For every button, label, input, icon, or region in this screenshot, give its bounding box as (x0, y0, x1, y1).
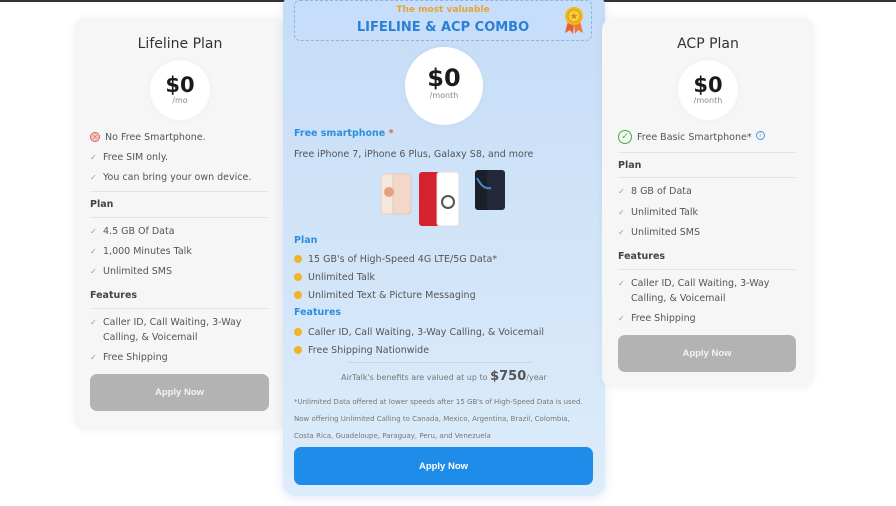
acp-apply-now-button[interactable]: Apply Now (618, 335, 796, 372)
list-item: ✓ Free SIM only. (90, 152, 168, 163)
features-section-label: Features (90, 290, 138, 301)
plan-title: ACP Plan (677, 36, 739, 52)
free-smartphone-label: Free smartphone * (294, 128, 394, 139)
value-statement: AirTalk's benefits are valued at up to $… (341, 369, 547, 384)
list-item: ✓ Free Shipping (90, 352, 168, 363)
check-icon: ✓ (618, 187, 625, 196)
check-icon: ✓ (618, 208, 625, 217)
list-item: 15 GB's of High-Speed 4G LTE/5G Data* (294, 252, 497, 267)
list-item: ✓ Caller ID, Call Waiting, 3-Way Calling,… (618, 278, 770, 304)
list-item: ✓ Free Shipping (618, 313, 696, 324)
orange-check-icon (294, 291, 302, 299)
check-icon: ✓ (90, 153, 97, 162)
plan-title: Lifeline Plan (137, 36, 223, 52)
divider (90, 217, 268, 218)
list-item: ✓ You can bring your own device. (90, 172, 252, 183)
check-icon: ✓ (618, 228, 625, 237)
list-item: ✓ Unlimited SMS (618, 227, 701, 238)
list-item: Unlimited Talk (294, 270, 375, 285)
price-badge: $0 /mo (150, 60, 210, 120)
divider (347, 362, 533, 363)
divider (618, 152, 796, 153)
combo-plan-card: The most valuable LIFELINE & ACP COMBO $… (283, 0, 605, 496)
plan-section-label: Plan (90, 199, 114, 210)
list-item: ✓ Unlimited SMS (90, 266, 173, 277)
award-medal-icon (563, 5, 585, 35)
check-icon: ✓ (618, 314, 625, 323)
lifeline-plan-card: Lifeline Plan $0 /mo × No Free Smartphon… (74, 18, 286, 430)
price-amount: $0 (427, 64, 461, 92)
banner-subtitle: The most valuable (396, 5, 490, 15)
smartphone-description: Free iPhone 7, iPhone 6 Plus, Galaxy S8,… (294, 149, 534, 160)
x-circle-icon: × (90, 132, 100, 142)
plan-section-label: Plan (618, 160, 642, 171)
no-smartphone-item: × No Free Smartphone. (90, 130, 206, 145)
price-badge: $0 /month (405, 47, 483, 125)
free-basic-smartphone-item: ✓ Free Basic Smartphone* i (618, 130, 765, 145)
orange-check-icon (294, 255, 302, 263)
divider (618, 269, 796, 270)
price-unit: /month (693, 96, 723, 105)
footnote-line: Costa Rica, Guadeloupe, Paraguay, Peru, … (294, 432, 491, 440)
price-unit: /mo (172, 96, 188, 105)
check-icon: ✓ (90, 267, 97, 276)
features-section-label: Features (294, 307, 342, 318)
orange-check-icon (294, 328, 302, 336)
phones-image (379, 170, 511, 230)
list-item: Caller ID, Call Waiting, 3-Way Calling, … (294, 325, 544, 340)
price-amount: $0 (693, 73, 723, 97)
most-valuable-banner: The most valuable LIFELINE & ACP COMBO (294, 0, 592, 41)
list-item: Free Shipping Nationwide (294, 343, 429, 358)
features-section-label: Features (618, 251, 666, 262)
green-check-circle-icon: ✓ (618, 130, 632, 144)
divider (90, 191, 268, 192)
check-icon: ✓ (90, 353, 97, 362)
footnote-line: Now offering Unlimited Calling to Canada… (294, 415, 570, 423)
banner-title: LIFELINE & ACP COMBO (356, 20, 530, 35)
info-icon[interactable]: i (755, 131, 765, 140)
lifeline-apply-now-button[interactable]: Apply Now (90, 374, 269, 411)
check-icon: ✓ (90, 227, 97, 236)
check-icon: ✓ (90, 318, 97, 327)
divider (618, 177, 796, 178)
plan-section-label: Plan (294, 235, 318, 246)
acp-plan-card: ACP Plan $0 /month ✓ Free Basic Smartpho… (602, 18, 814, 388)
check-icon: ✓ (90, 173, 97, 182)
list-item: ✓ Unlimited Talk (618, 207, 698, 218)
footnote-line: *Unlimited Data offered at lower speeds … (294, 398, 583, 406)
list-item: ✓ 8 GB of Data (618, 186, 692, 197)
price-amount: $0 (165, 73, 195, 97)
check-icon: ✓ (618, 279, 625, 288)
value-amount: $750 (490, 369, 527, 384)
list-item: ✓ 4.5 GB Of Data (90, 226, 175, 237)
list-item: Unlimited Text & Picture Messaging (294, 288, 476, 303)
divider (90, 308, 268, 309)
orange-check-icon (294, 346, 302, 354)
price-unit: /month (429, 91, 459, 100)
orange-check-icon (294, 273, 302, 281)
price-badge: $0 /month (678, 60, 738, 120)
list-item: ✓ Caller ID, Call Waiting, 3-Way Calling,… (90, 317, 242, 343)
combo-apply-now-button[interactable]: Apply Now (294, 447, 593, 485)
check-icon: ✓ (90, 247, 97, 256)
list-item: ✓ 1,000 Minutes Talk (90, 246, 192, 257)
